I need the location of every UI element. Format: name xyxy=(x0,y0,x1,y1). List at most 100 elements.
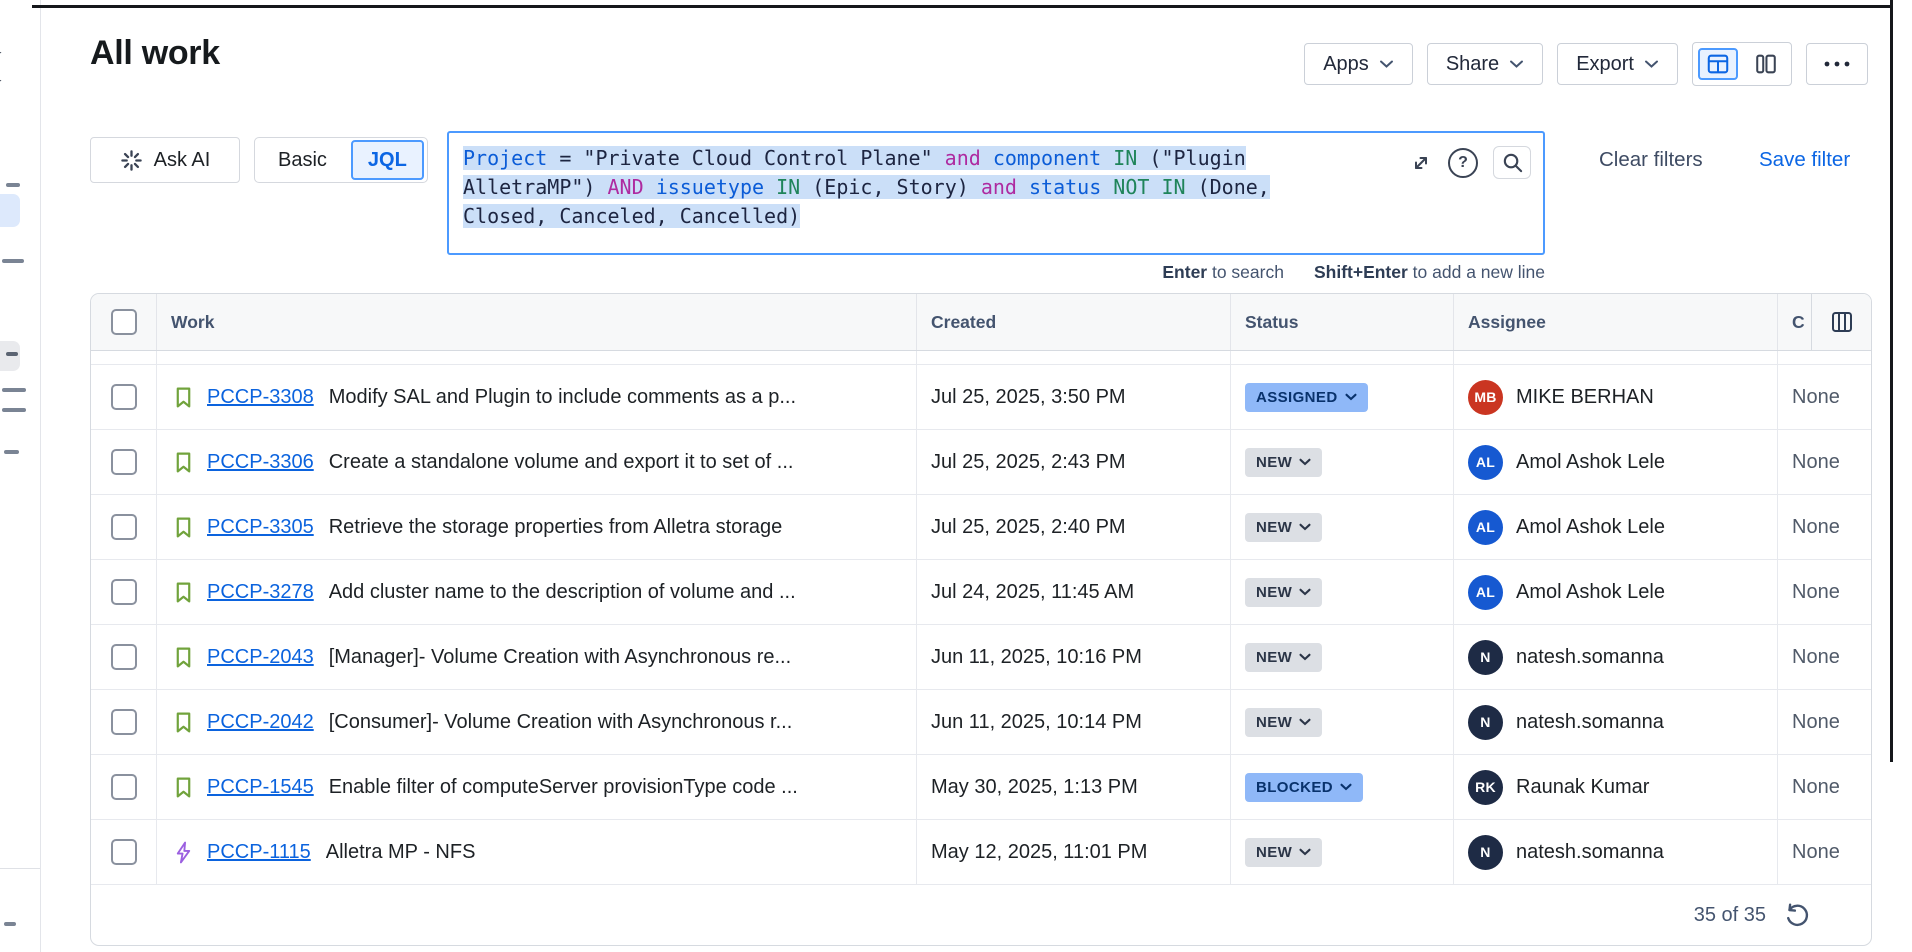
row-checkbox[interactable] xyxy=(111,709,137,735)
expand-editor-button[interactable] xyxy=(1409,151,1433,175)
status-badge[interactable]: NEW xyxy=(1245,643,1322,672)
avatar: N xyxy=(1468,705,1503,740)
page-title: All work xyxy=(90,34,220,73)
table-row: PCCP-3306 Create a standalone volume and … xyxy=(91,430,1871,495)
column-header-status[interactable]: Status xyxy=(1230,294,1453,350)
share-button[interactable]: Share xyxy=(1427,43,1543,85)
status-cell: NEW xyxy=(1230,820,1453,884)
column-header-assignee[interactable]: Assignee xyxy=(1453,294,1777,350)
status-badge[interactable]: ASSIGNED xyxy=(1245,383,1368,412)
row-checkbox[interactable] xyxy=(111,449,137,475)
column-header-created[interactable]: Created xyxy=(916,294,1230,350)
select-all-cell xyxy=(91,294,156,350)
chevron-right-icon[interactable]: ▸ xyxy=(0,42,2,62)
issue-summary[interactable]: Create a standalone volume and export it… xyxy=(329,451,794,474)
row-checkbox[interactable] xyxy=(111,579,137,605)
status-badge[interactable]: NEW xyxy=(1245,578,1322,607)
sidebar-divider xyxy=(0,868,40,869)
row-checkbox[interactable] xyxy=(111,774,137,800)
assignee-cell: ALAmol Ashok Lele xyxy=(1453,495,1777,559)
detail-view-icon xyxy=(1754,51,1778,77)
work-cell: PCCP-2043 [Manager]- Volume Creation with… xyxy=(156,625,916,689)
status-badge[interactable]: NEW xyxy=(1245,838,1322,867)
issue-key-link[interactable]: PCCP-3306 xyxy=(207,451,314,474)
more-options-button[interactable] xyxy=(1806,43,1868,85)
epic-icon xyxy=(171,840,196,865)
clear-filters-button[interactable]: Clear filters xyxy=(1593,147,1709,173)
issue-summary[interactable]: Add cluster name to the description of v… xyxy=(329,581,796,604)
chevron-right-icon[interactable]: ▸ xyxy=(0,70,2,90)
issue-key-link[interactable]: PCCP-1115 xyxy=(207,841,311,864)
export-button[interactable]: Export xyxy=(1557,43,1678,85)
status-badge[interactable]: NEW xyxy=(1245,448,1322,477)
shift-enter-key-label: Shift+Enter xyxy=(1314,262,1408,282)
select-all-checkbox[interactable] xyxy=(111,309,137,335)
expand-icon xyxy=(1409,151,1433,175)
jql-mode-button[interactable]: JQL xyxy=(351,140,424,180)
chevron-down-icon xyxy=(1345,393,1357,401)
chevron-down-icon xyxy=(1299,458,1311,466)
ellipsis-icon xyxy=(1823,60,1851,68)
issue-key-link[interactable]: PCCP-2043 xyxy=(207,646,314,669)
partial-scrolled-row xyxy=(91,351,1871,365)
issue-summary[interactable]: [Manager]- Volume Creation with Asynchro… xyxy=(329,646,791,669)
issue-summary[interactable]: [Consumer]- Volume Creation with Asynchr… xyxy=(329,711,793,734)
issue-summary[interactable]: Retrieve the storage properties from All… xyxy=(329,516,783,539)
basic-mode-button[interactable]: Basic xyxy=(258,140,347,180)
column-header-work[interactable]: Work xyxy=(156,294,916,350)
status-badge[interactable]: BLOCKED xyxy=(1245,773,1363,802)
enter-hint-text: to search xyxy=(1207,262,1284,282)
configure-columns-button[interactable] xyxy=(1811,294,1871,350)
issue-key-link[interactable]: PCCP-3308 xyxy=(207,386,314,409)
issue-summary[interactable]: Modify SAL and Plugin to include comment… xyxy=(329,386,796,409)
jql-editor[interactable]: Project = "Private Cloud Control Plane" … xyxy=(447,131,1545,255)
work-cell: PCCP-3306 Create a standalone volume and … xyxy=(156,430,916,494)
row-checkbox[interactable] xyxy=(111,384,137,410)
work-cell: PCCP-3278 Add cluster name to the descrip… xyxy=(156,560,916,624)
ask-ai-button[interactable]: Ask AI xyxy=(90,137,240,183)
detail-view-button[interactable] xyxy=(1746,48,1786,80)
sidebar-item-active[interactable] xyxy=(0,194,20,227)
issue-key-link[interactable]: PCCP-2042 xyxy=(207,711,314,734)
table-row: PCCP-2042 [Consumer]- Volume Creation wit… xyxy=(91,690,1871,755)
query-mode-toggle: Basic JQL xyxy=(254,137,428,183)
main-content: All work Apps Share Export xyxy=(40,0,1912,952)
row-checkbox[interactable] xyxy=(111,514,137,540)
assignee-cell: Nnatesh.somanna xyxy=(1453,625,1777,689)
row-checkbox[interactable] xyxy=(111,644,137,670)
row-select-cell xyxy=(91,495,156,559)
issue-summary[interactable]: Enable filter of computeServer provision… xyxy=(329,776,798,799)
issue-key-link[interactable]: PCCP-3278 xyxy=(207,581,314,604)
created-cell: Jun 11, 2025, 10:16 PM xyxy=(916,625,1230,689)
issue-key-link[interactable]: PCCP-3305 xyxy=(207,516,314,539)
jql-help-button[interactable]: ? xyxy=(1448,148,1478,178)
table-view-button[interactable] xyxy=(1698,48,1738,80)
save-filter-button[interactable]: Save filter xyxy=(1753,147,1856,173)
work-cell: PCCP-3308 Modify SAL and Plugin to includ… xyxy=(156,365,916,429)
assignee-name: Amol Ashok Lele xyxy=(1516,516,1665,539)
apps-button[interactable]: Apps xyxy=(1304,43,1413,85)
chevron-down-icon xyxy=(1299,523,1311,531)
status-badge[interactable]: NEW xyxy=(1245,513,1322,542)
issue-summary[interactable]: Alletra MP - NFS xyxy=(326,841,476,864)
screen: ▸ ▸ All work Apps Share Export xyxy=(0,0,1912,952)
status-badge[interactable]: NEW xyxy=(1245,708,1322,737)
sidebar-fragment xyxy=(2,259,24,263)
search-icon xyxy=(1501,151,1524,174)
story-icon xyxy=(171,515,196,540)
avatar: N xyxy=(1468,640,1503,675)
refresh-button[interactable] xyxy=(1782,902,1809,929)
sidebar-item-hover[interactable] xyxy=(0,341,20,371)
jql-query-text[interactable]: Project = "Private Cloud Control Plane" … xyxy=(463,144,1393,231)
table-header-row: Work Created Status Assignee C xyxy=(91,294,1871,351)
assignee-name: Raunak Kumar xyxy=(1516,776,1649,799)
extra-cell: None xyxy=(1777,560,1871,624)
row-checkbox[interactable] xyxy=(111,839,137,865)
avatar: MB xyxy=(1468,380,1503,415)
sidebar-fragment xyxy=(4,922,16,926)
header-actions: Apps Share Export xyxy=(1304,42,1868,86)
story-bookmark-icon xyxy=(171,580,196,605)
issue-key-link[interactable]: PCCP-1545 xyxy=(207,776,314,799)
jql-search-button[interactable] xyxy=(1493,146,1531,179)
table-footer: 35 of 35 xyxy=(91,885,1871,945)
